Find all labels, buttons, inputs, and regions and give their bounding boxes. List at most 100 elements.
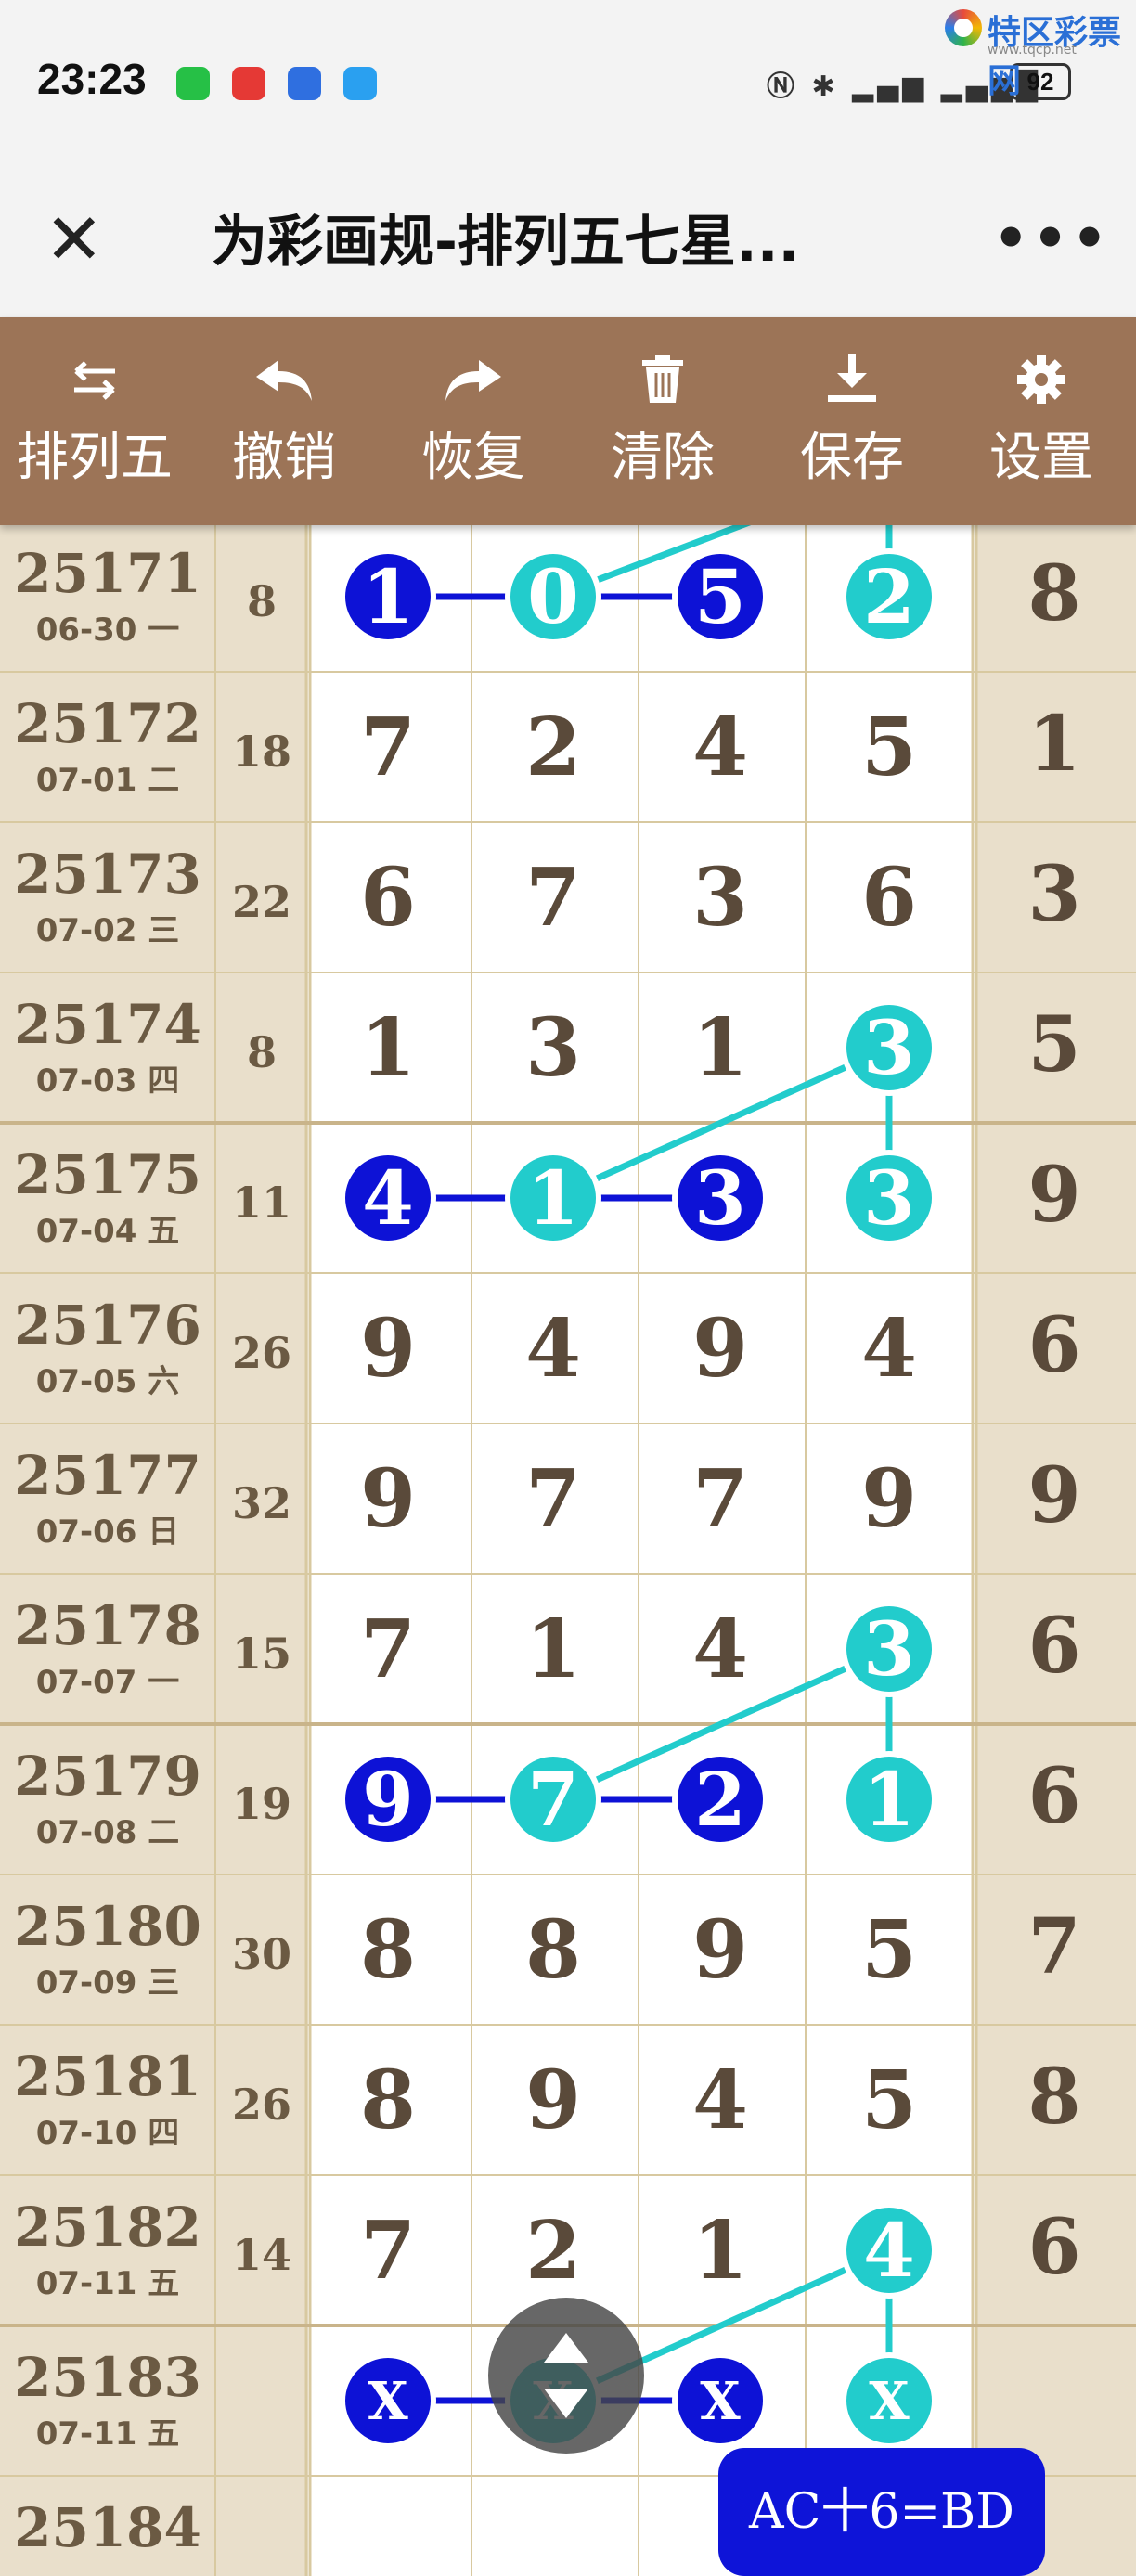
digit-cell[interactable]: 4 [692, 701, 748, 794]
undo-icon [256, 360, 312, 401]
digit-cell[interactable]: 9 [360, 1302, 416, 1396]
issue-date: 07-02 三 [36, 912, 180, 949]
digit-cell[interactable]: 5 [861, 2054, 917, 2147]
toolbar-label: 排列五 [17, 428, 173, 488]
more-options-icon[interactable]: ••• [993, 206, 1111, 271]
issue-date: 07-06 日 [36, 1513, 180, 1551]
digit-mark-label: 3 [863, 1154, 915, 1242]
digit-cell[interactable]: 8 [360, 1903, 416, 1997]
lottery-type-button[interactable]: 排列五 [0, 317, 189, 525]
sum-value: 19 [232, 1779, 291, 1829]
page-title: 为彩画规-排列五七星... [212, 210, 800, 275]
digit-cell[interactable]: 7 [360, 701, 416, 794]
digit-cell[interactable]: 2 [525, 2204, 581, 2298]
digit-mark-label: 2 [863, 553, 915, 640]
issue-number: 25174 [14, 993, 201, 1056]
status-time: 23:23 [37, 55, 147, 103]
last-digit: 5 [1027, 1000, 1080, 1089]
sum-value: 22 [232, 877, 291, 927]
toolbar-label: 撤销 [232, 428, 336, 488]
issue-number: 25183 [14, 2346, 201, 2409]
digit-cell[interactable]: 1 [692, 2204, 748, 2298]
digit-cell[interactable]: 8 [360, 2054, 416, 2147]
issue-number: 25173 [14, 843, 201, 906]
swap-icon [74, 361, 115, 400]
last-digit: 9 [1027, 1151, 1080, 1240]
digit-cell[interactable]: 3 [525, 1001, 581, 1095]
settings-button[interactable]: 设置 [947, 317, 1136, 525]
digit-mark-label: 3 [863, 1004, 915, 1091]
digit-mark-label: 4 [362, 1154, 414, 1242]
digit-mark-label: 1 [863, 1756, 915, 1843]
sum-value: 30 [232, 1929, 291, 1979]
last-digit: 9 [1027, 1451, 1080, 1540]
digit-cell[interactable]: 7 [692, 1452, 748, 1546]
issue-date: 07-11 五 [36, 2415, 180, 2453]
watermark-logo-icon [945, 9, 982, 46]
last-digit: 8 [1027, 2053, 1080, 2142]
watermark-url: www.tqcp.net [988, 43, 1077, 58]
clear-button[interactable]: 清除 [568, 317, 757, 525]
issue-number: 25180 [14, 1895, 201, 1958]
digit-mark-label: 1 [527, 1154, 579, 1242]
redo-button[interactable]: 恢复 [379, 317, 568, 525]
toolbar-label: 保存 [800, 428, 904, 488]
last-digit: 6 [1027, 1752, 1080, 1841]
trend-chart[interactable]: 2517106-30 一8 82517207-01 二18 12517307-02 … [0, 525, 1136, 2576]
up-down-arrow-icon [544, 2333, 588, 2418]
issue-date: 06-30 一 [36, 612, 180, 649]
issue-date: 07-09 三 [36, 1964, 180, 2002]
digit-cell[interactable]: 7 [525, 1452, 581, 1546]
digit-mark-label: X [368, 2371, 408, 2432]
trash-icon [642, 355, 683, 403]
save-button[interactable]: 保存 [757, 317, 947, 525]
digit-cell[interactable]: 1 [692, 1001, 748, 1095]
digit-cell[interactable]: 7 [360, 1603, 416, 1696]
digit-cell[interactable]: 3 [692, 851, 748, 945]
sum-value: 8 [247, 1027, 277, 1077]
sum-value: 8 [247, 576, 277, 626]
digit-cell[interactable]: 9 [861, 1452, 917, 1546]
digit-cell[interactable]: 7 [525, 851, 581, 945]
digit-cell[interactable]: 6 [360, 851, 416, 945]
sum-value: 11 [232, 1178, 291, 1228]
sum-value: 26 [232, 2080, 291, 2130]
sum-value: 18 [232, 727, 291, 777]
cloud-icon [343, 67, 377, 100]
digit-cell[interactable]: 4 [525, 1302, 581, 1396]
digit-cell[interactable]: 5 [861, 1903, 917, 1997]
digit-cell[interactable]: 1 [525, 1603, 581, 1696]
digit-cell[interactable]: 4 [692, 2054, 748, 2147]
digit-cell[interactable]: 1 [360, 1001, 416, 1095]
toolbar-label: 设置 [989, 428, 1093, 488]
digit-cell[interactable]: 7 [360, 2204, 416, 2298]
digit-mark-label: X [700, 2371, 741, 2432]
scroll-toggle-button[interactable] [488, 2298, 644, 2454]
issue-date: 07-04 五 [36, 1213, 180, 1250]
ac-formula-button[interactable]: AC十6=BD [718, 2448, 1045, 2576]
sum-value: 14 [232, 2230, 291, 2280]
digit-cell[interactable]: 9 [360, 1452, 416, 1546]
digit-cell[interactable]: 4 [692, 1603, 748, 1696]
digit-cell[interactable]: 8 [525, 1903, 581, 1997]
digit-cell[interactable]: 5 [861, 701, 917, 794]
wechat-icon [176, 67, 210, 100]
digit-cell[interactable]: 9 [692, 1302, 748, 1396]
digit-cell[interactable]: 9 [692, 1903, 748, 1997]
digit-cell[interactable]: 6 [861, 851, 917, 945]
toolbar-label: 恢复 [421, 428, 525, 488]
last-digit: 7 [1027, 1902, 1080, 1991]
issue-number: 25172 [14, 692, 201, 755]
digit-mark-label: 5 [694, 553, 746, 640]
digit-cell[interactable]: 2 [525, 701, 581, 794]
digit-cell[interactable]: 9 [525, 2054, 581, 2147]
digit-cell[interactable]: 4 [861, 1302, 917, 1396]
sum-value: 15 [232, 1629, 291, 1679]
issue-date: 07-10 四 [36, 2115, 180, 2152]
undo-button[interactable]: 撤销 [189, 317, 379, 525]
last-digit: 3 [1027, 850, 1080, 939]
close-icon[interactable]: ✕ [45, 204, 104, 275]
digit-mark-label: 3 [694, 1154, 746, 1242]
issue-number: 25175 [14, 1143, 201, 1206]
issue-number: 25176 [14, 1294, 201, 1357]
